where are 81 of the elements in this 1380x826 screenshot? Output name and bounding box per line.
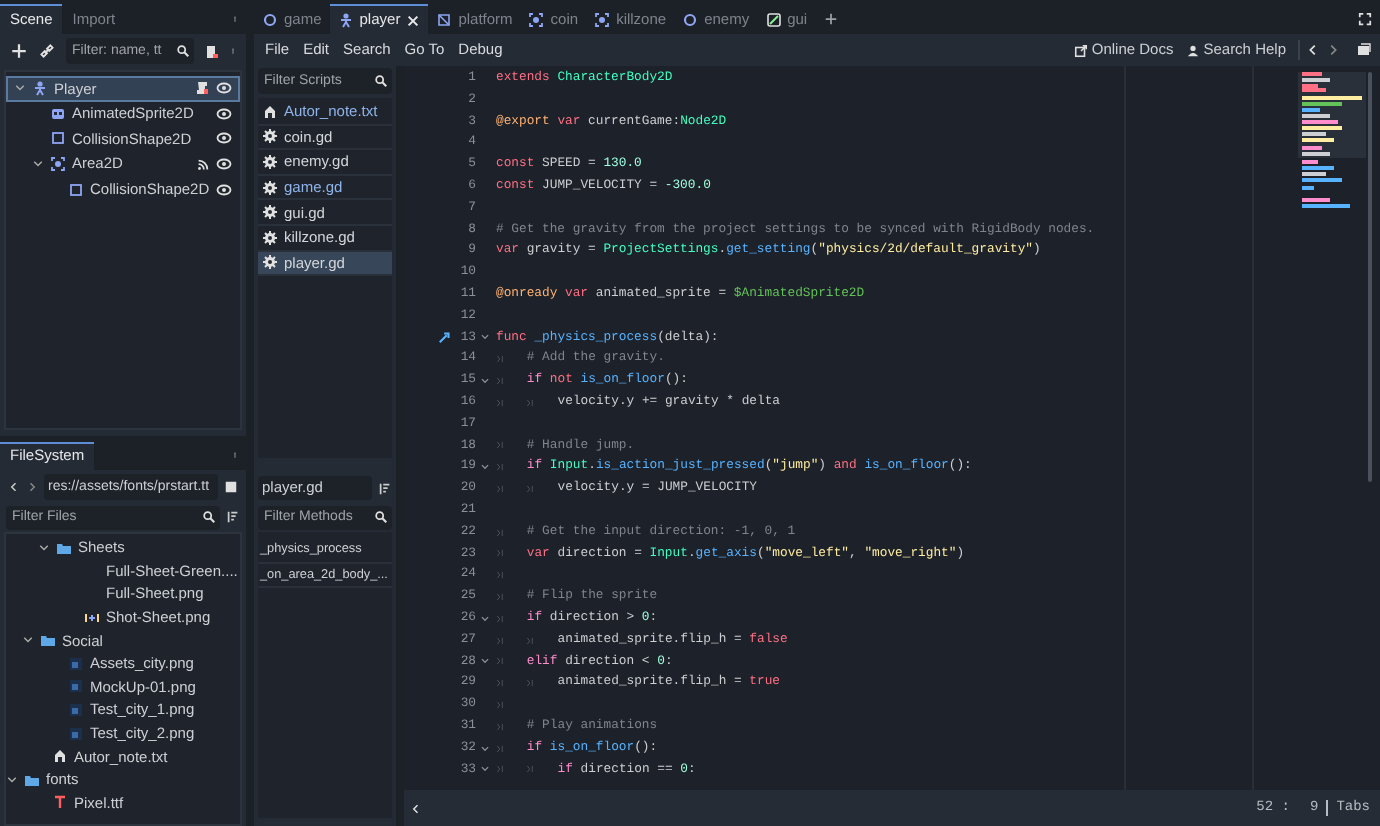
tab-marker-icon [526,484,537,495]
character-body-icon [337,12,354,28]
fullscreen-icon [1358,12,1372,26]
tab-marker-icon [496,656,506,667]
tab-marker-icon [496,548,506,559]
fold-caret-icon [480,376,490,387]
tab-marker-icon [496,462,506,473]
eye-icon [216,156,232,173]
fold-caret-icon [480,332,490,343]
tab-marker-icon [496,376,506,387]
tab-marker-icon [496,764,506,775]
tab-marker-icon [496,613,506,624]
tab-marker-icon [496,635,506,646]
person-help-icon [1185,43,1200,57]
circle-outline-icon [262,11,278,27]
sort-icon [378,481,392,495]
panel-toggle-icon [1356,42,1372,58]
search-icon [176,44,190,58]
tab-marker-icon [496,397,506,408]
tab-marker-icon [496,678,506,689]
close-icon [406,13,421,27]
add-script-icon [204,43,220,59]
caret-down-icon [6,773,18,786]
link-icon [38,42,56,60]
fold-caret-icon [480,462,490,473]
tab-marker-icon [526,397,537,408]
tab-marker-icon [496,592,506,603]
collapse-left-icon [410,801,422,815]
fold-caret-icon [480,656,490,667]
area-icon [528,11,545,27]
previous-icon [1306,42,1320,58]
area-icon [594,11,611,27]
back-icon [8,479,20,493]
external-link-icon [1073,43,1088,57]
folder-icon [40,632,56,649]
scene-icon [436,11,453,27]
scrollbar[interactable] [1368,72,1372,482]
tab-marker-icon [526,635,537,646]
sort-icon [226,509,240,523]
area-icon [50,156,66,173]
tab-marker-icon [496,570,506,581]
toggle-view-icon [224,479,238,493]
sprite-icon [50,105,66,122]
circle-outline-icon [682,11,699,27]
tab-marker-icon [526,678,537,689]
caret-down-icon [32,158,44,171]
signal-icon [196,157,210,172]
slash-box-icon [765,11,782,27]
add-tab-icon [823,12,838,26]
tab-marker-icon [496,354,506,365]
tab-marker-icon [496,484,506,495]
folder-icon [24,771,40,788]
gear-icon [262,254,278,271]
tab-marker-icon [496,440,506,451]
search-icon [374,510,388,524]
tab-marker-icon [496,527,506,538]
tab-marker-icon [496,743,506,754]
fold-caret-icon [480,613,490,624]
sprite-frames-icon [84,609,100,626]
connection-arrow-icon [438,330,453,345]
caret-down-icon [14,82,26,95]
eye-icon [216,105,232,122]
caret-down-icon [38,541,50,554]
forward-icon [26,479,38,493]
script-icon [194,80,210,97]
search-icon [202,510,216,524]
eye-icon [216,130,232,147]
search-icon [374,74,388,88]
tab-marker-icon [496,700,506,710]
folder-icon [56,539,72,556]
square-outline-icon [50,130,66,147]
tab-marker-icon [526,764,537,775]
eye-icon [216,181,232,198]
caret-down-icon [22,634,34,647]
eye-icon [216,80,232,97]
next-icon [1326,42,1340,58]
tab-marker-icon [496,721,506,732]
font-file-icon [52,794,68,811]
plus-icon [10,42,28,60]
character-body-icon [32,80,48,97]
square-outline-icon [68,181,84,198]
